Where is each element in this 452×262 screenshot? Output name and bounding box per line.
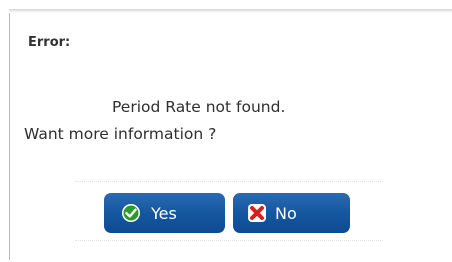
yes-button[interactable]: Yes <box>104 193 225 233</box>
error-message: Period Rate not found. <box>112 98 286 116</box>
yes-label: Yes <box>151 203 177 223</box>
prompt-message: Want more information ? <box>24 125 217 143</box>
x-icon <box>247 203 267 223</box>
no-label: No <box>275 203 297 223</box>
no-button[interactable]: No <box>233 193 350 233</box>
check-icon <box>121 203 141 223</box>
dialog-title: Error: <box>28 35 71 50</box>
